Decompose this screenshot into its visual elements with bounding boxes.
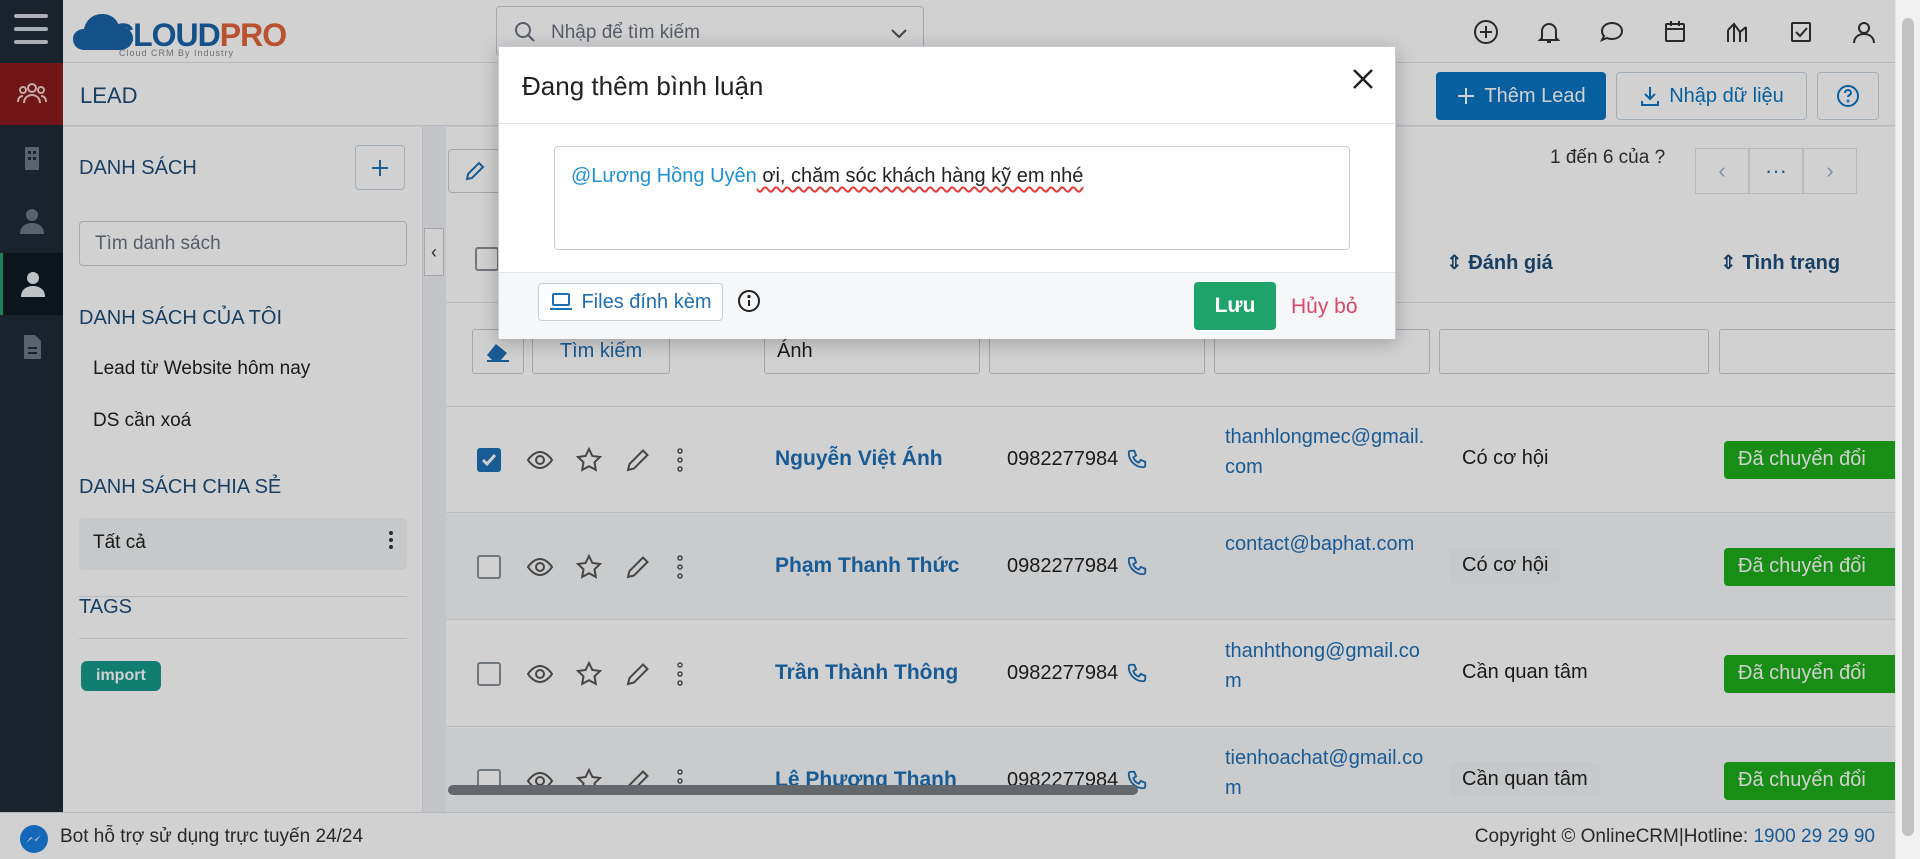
close-icon[interactable] bbox=[1349, 65, 1377, 93]
modal-footer: Files đính kèm Lưu Hủy bỏ bbox=[499, 272, 1395, 339]
comment-text: ơi, chăm sóc khách hàng kỹ em nhé bbox=[756, 165, 1084, 187]
add-comment-modal: Đang thêm bình luận @Lương Hồng Uyên ơi,… bbox=[498, 46, 1396, 339]
divider bbox=[499, 123, 1395, 124]
save-button[interactable]: Lưu bbox=[1194, 282, 1276, 330]
laptop-icon bbox=[550, 293, 573, 310]
comment-textarea[interactable]: @Lương Hồng Uyên ơi, chăm sóc khách hàng… bbox=[554, 146, 1350, 250]
attach-files-button[interactable]: Files đính kèm bbox=[538, 283, 723, 321]
scrollbar-thumb[interactable] bbox=[1902, 18, 1914, 836]
mention-tag[interactable]: @Lương Hồng Uyên bbox=[571, 165, 757, 187]
attach-files-label: Files đính kèm bbox=[581, 290, 712, 313]
info-icon[interactable] bbox=[737, 289, 761, 313]
vertical-scrollbar[interactable] bbox=[1895, 0, 1920, 859]
modal-title: Đang thêm bình luận bbox=[522, 71, 764, 101]
cancel-button[interactable]: Hủy bỏ bbox=[1291, 295, 1358, 319]
